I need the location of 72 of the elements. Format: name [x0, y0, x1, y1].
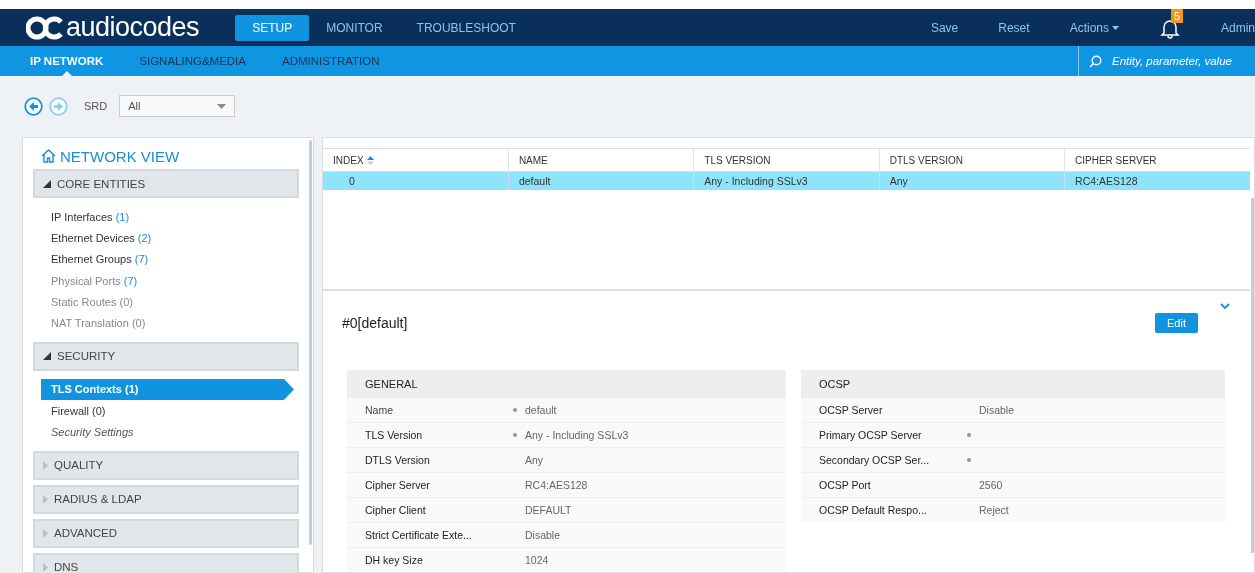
header-action-button[interactable]: Save [930, 20, 959, 35]
field-label: TLS Version [364, 429, 424, 441]
notification-badge: 5 [1171, 8, 1184, 23]
collapsed-triangle-icon [43, 528, 48, 538]
panel-title: NETWORK VIEW [60, 147, 180, 165]
field-value: default [525, 404, 557, 416]
field-label: DH key Size [364, 554, 424, 566]
field-value: DEFAULT [525, 504, 572, 516]
expanded-triangle-icon [43, 179, 51, 188]
detail-title: #0[default] [342, 315, 408, 331]
nav-item[interactable]: Ethernet Groups (7) [33, 248, 286, 270]
sort-icon [366, 156, 374, 166]
search-icon [1089, 54, 1102, 68]
top-menu-tab[interactable]: MONITOR [309, 14, 400, 41]
column-header[interactable]: NAME [508, 148, 694, 172]
field-label: DTLS Version [364, 454, 431, 466]
field-value: Disable [525, 529, 561, 541]
accordion-header[interactable]: CORE ENTITIES [33, 169, 299, 198]
field-label: Cipher Server [364, 479, 431, 491]
srd-dropdown[interactable]: All [119, 95, 236, 117]
section-tab[interactable]: ADMINISTRATION [264, 46, 398, 76]
field-value: 2560 [979, 479, 1003, 491]
caret-icon [217, 103, 227, 109]
section-tab[interactable]: SIGNALING&MEDIA [121, 46, 264, 76]
nav-item[interactable]: Static Routes (0) [33, 291, 286, 313]
header-action-button[interactable]: Reset [998, 20, 1030, 35]
nav-item[interactable]: Security Settings [33, 421, 286, 443]
accordion-header[interactable]: QUALITY [33, 450, 299, 480]
collapsed-triangle-icon [43, 460, 48, 470]
column-header[interactable]: TLS VERSION [693, 148, 880, 172]
nav-item[interactable]: IP Interfaces (1) [33, 206, 286, 228]
field-label: Name [364, 404, 394, 416]
field-label: OCSP Server [818, 404, 884, 416]
collapsed-triangle-icon [43, 494, 48, 504]
field-value: RC4:AES128 [525, 479, 588, 491]
field-value: Reject [979, 504, 1009, 516]
nav-item[interactable]: Physical Ports (7) [33, 269, 286, 292]
field-label: Cipher Client [364, 504, 427, 516]
nav-item[interactable]: Firewall (0) [33, 400, 286, 422]
field-value: Any [525, 454, 544, 466]
chevron-icon[interactable] [1220, 303, 1230, 309]
field-value: 1024 [525, 554, 549, 566]
accordion-header[interactable]: DNS [33, 552, 299, 573]
field-label: Strict Certificate Exte... [364, 529, 473, 541]
nav-item[interactable]: NAT Translation (0) [33, 312, 286, 334]
field-value: Any - Including SSLv3 [525, 429, 629, 441]
field-label: Secondary OCSP Ser... [818, 454, 931, 466]
group-header: GENERAL [347, 370, 786, 397]
back-button[interactable] [24, 96, 43, 116]
user-menu[interactable]: Admin [1221, 20, 1255, 35]
accordion-header[interactable]: ADVANCED [33, 518, 299, 548]
field-label: Primary OCSP Server [818, 429, 923, 441]
nav-item[interactable]: Ethernet Devices (2) [33, 227, 286, 249]
caret-icon [1112, 25, 1119, 30]
home-icon [41, 149, 56, 163]
field-label: OCSP Port [818, 479, 872, 491]
accordion-header[interactable]: SECURITY [33, 341, 299, 371]
logo-wordmark: audiocodes [66, 14, 200, 41]
collapsed-triangle-icon [43, 562, 48, 572]
column-header[interactable]: INDEX [323, 148, 509, 172]
srd-label: SRD [84, 100, 108, 112]
header-action-button[interactable]: Actions [1069, 20, 1119, 35]
column-header[interactable]: CIPHER SERVER [1064, 148, 1250, 172]
expanded-triangle-icon [43, 352, 51, 361]
field-label: OCSP Default Respo... [818, 504, 928, 516]
column-header[interactable]: DTLS VERSION [879, 148, 1065, 172]
search-field[interactable]: Entity, parameter, value [1110, 54, 1254, 68]
logo-mark-icon [26, 15, 64, 40]
group-header: OCSP [801, 370, 1225, 397]
accordion-header[interactable]: RADIUS & LDAP [33, 484, 299, 514]
top-menu-tab[interactable]: TROUBLESHOOT [399, 14, 533, 41]
field-value: Disable [979, 404, 1015, 416]
